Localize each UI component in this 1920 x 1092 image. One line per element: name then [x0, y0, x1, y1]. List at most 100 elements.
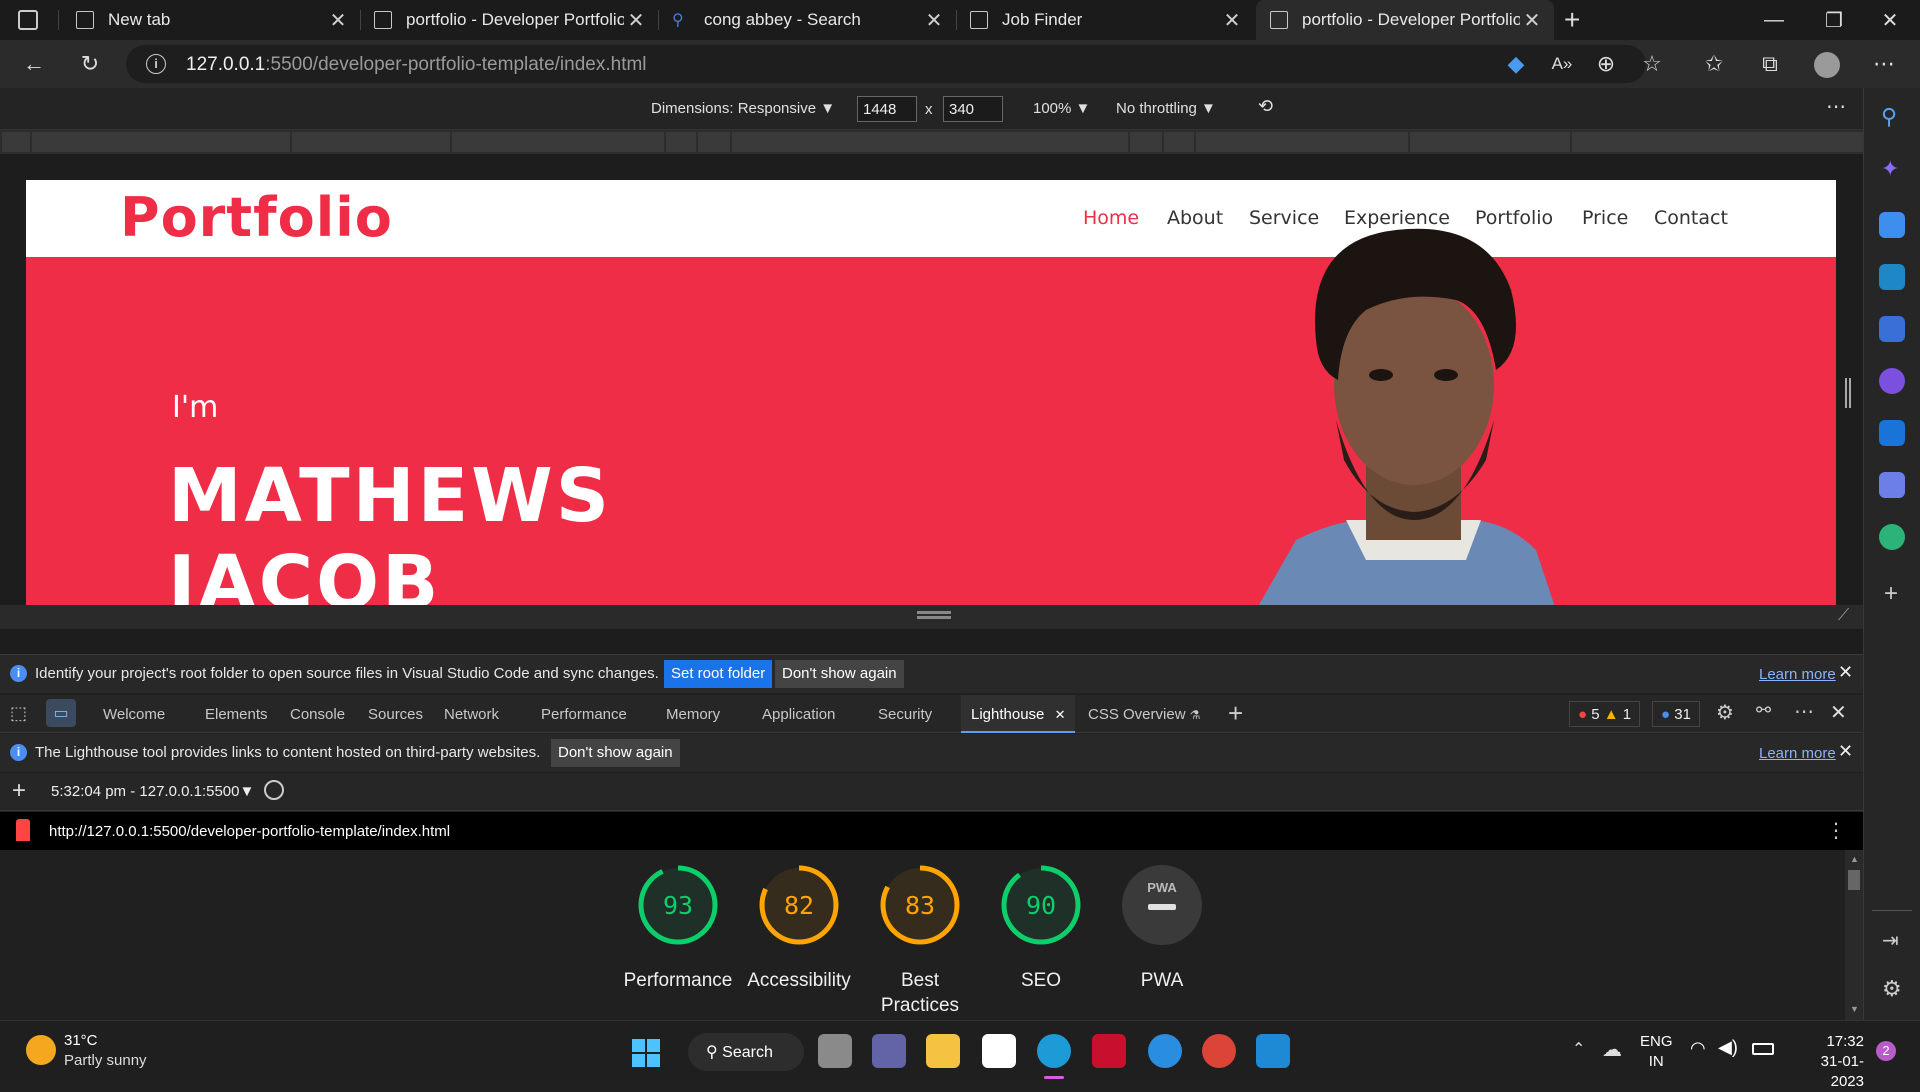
dont-show-again-button[interactable]: Don't show again — [775, 660, 904, 688]
throttling-dropdown[interactable]: No throttling ▼ — [1116, 100, 1216, 117]
close-icon[interactable]: ✕ — [326, 8, 350, 33]
games-icon[interactable] — [1879, 316, 1905, 342]
score-gauge-best-practices[interactable]: 83 — [879, 864, 961, 946]
battery-icon[interactable] — [1752, 1043, 1774, 1055]
store-icon[interactable] — [982, 1034, 1016, 1068]
score-gauge-pwa[interactable]: PWA — [1121, 864, 1203, 946]
zoom-icon[interactable]: ⊕ — [1588, 48, 1624, 80]
add-favorite-icon[interactable]: ☆ — [1634, 48, 1670, 80]
task-view-icon[interactable] — [818, 1034, 852, 1068]
tab-search[interactable]: ⚲ cong abbey - Search ✕ — [658, 0, 956, 40]
score-label-best-practices[interactable]: Best Practices — [855, 968, 985, 1018]
device-more-icon[interactable]: ⋯ — [1826, 94, 1846, 119]
learn-more-link[interactable]: Learn more — [1759, 666, 1836, 683]
read-aloud-icon[interactable]: A» — [1544, 48, 1580, 80]
tab-welcome[interactable]: Welcome — [103, 706, 165, 723]
tab-network[interactable]: Network — [444, 706, 499, 723]
close-devtools-icon[interactable]: ✕ — [1830, 700, 1847, 725]
nav-about[interactable]: About — [1167, 207, 1223, 229]
viewport-resize-handle[interactable]: ⟋ — [0, 605, 1863, 629]
new-report-plus-icon[interactable]: + — [12, 777, 26, 805]
report-selector[interactable]: 5:32:04 pm - 127.0.0.1:5500▼ — [51, 783, 254, 800]
tab-portfolio-active[interactable]: portfolio - Developer Portfolio Te ✕ — [1256, 0, 1554, 40]
profile-avatar[interactable] — [1814, 52, 1840, 78]
score-label-seo[interactable]: SEO — [976, 968, 1106, 993]
new-tab-plus-icon[interactable]: + — [1564, 4, 1580, 36]
set-root-folder-button[interactable]: Set root folder — [664, 660, 773, 688]
dont-show-again-button[interactable]: Don't show again — [551, 739, 680, 767]
coupon-icon[interactable]: ◆ — [1498, 48, 1534, 80]
file-explorer-icon[interactable] — [926, 1034, 960, 1068]
inspect-icon[interactable]: ⬚ — [10, 703, 27, 724]
site-logo[interactable]: Portfolio — [120, 186, 393, 249]
close-icon[interactable]: ✕ — [1838, 662, 1853, 683]
microsoft365-icon[interactable] — [1879, 368, 1905, 394]
notification-badge[interactable]: 2 — [1876, 1041, 1896, 1061]
settings-icon[interactable]: ⚙ — [1882, 976, 1902, 1002]
nav-contact[interactable]: Contact — [1654, 207, 1728, 229]
tab-sources[interactable]: Sources — [368, 706, 423, 723]
site-info-icon[interactable]: i — [146, 54, 166, 74]
score-gauge-seo[interactable]: 90 — [1000, 864, 1082, 946]
report-scrollbar[interactable]: ▲ ▼ — [1845, 850, 1863, 1021]
tools-icon[interactable] — [1879, 264, 1905, 290]
minimize-icon[interactable]: — — [1746, 0, 1802, 40]
learn-more-link[interactable]: Learn more — [1759, 745, 1836, 762]
tab-job-finder[interactable]: Job Finder ✕ — [956, 0, 1254, 40]
close-icon[interactable]: ✕ — [922, 8, 946, 33]
search-icon[interactable]: ⚲ — [1881, 104, 1897, 130]
score-label-pwa[interactable]: PWA — [1097, 968, 1227, 993]
close-icon[interactable]: ✕ — [1520, 8, 1544, 33]
score-label-accessibility[interactable]: Accessibility — [734, 968, 864, 993]
window-close-icon[interactable]: ✕ — [1862, 0, 1918, 40]
tab-memory[interactable]: Memory — [666, 706, 720, 723]
tab-portfolio-1[interactable]: portfolio - Developer Portfolio Te ✕ — [360, 0, 658, 40]
tab-security[interactable]: Security — [878, 706, 932, 723]
back-icon[interactable]: ← — [16, 48, 52, 80]
add-sidebar-icon[interactable]: + — [1884, 580, 1898, 608]
more-icon[interactable]: ⋯ — [1866, 48, 1902, 80]
nav-price[interactable]: Price — [1582, 207, 1628, 229]
hide-sidebar-icon[interactable]: ⇥ — [1882, 928, 1899, 953]
help-icon[interactable] — [1148, 1034, 1182, 1068]
start-icon[interactable] — [632, 1039, 660, 1067]
tab-actions-icon[interactable] — [18, 10, 38, 30]
tab-console[interactable]: Console — [290, 706, 345, 723]
info-counter[interactable]: ● 31 — [1652, 701, 1700, 727]
weather-desc[interactable]: Partly sunny — [64, 1052, 147, 1069]
tab-performance[interactable]: Performance — [541, 706, 627, 723]
copilot-icon[interactable]: ✦ — [1881, 156, 1899, 182]
close-icon[interactable]: ✕ — [1055, 707, 1066, 722]
maximize-icon[interactable]: ❐ — [1806, 0, 1862, 40]
close-icon[interactable]: ✕ — [1220, 8, 1244, 33]
zoom-dropdown[interactable]: 100% ▼ — [1033, 100, 1090, 117]
rotate-icon[interactable]: ⟲ — [1258, 96, 1273, 117]
taskbar-search[interactable]: ⚲ Search — [688, 1033, 804, 1071]
clear-reports-icon[interactable] — [264, 780, 284, 800]
tab-elements[interactable]: Elements — [205, 706, 268, 723]
edge-icon[interactable] — [1037, 1034, 1071, 1068]
close-icon[interactable]: ✕ — [1838, 741, 1853, 762]
settings-icon[interactable]: ⚙ — [1716, 700, 1734, 725]
address-bar[interactable]: i 127.0.0.1:5500/developer-portfolio-tem… — [126, 45, 1646, 83]
score-label-performance[interactable]: Performance — [613, 968, 743, 993]
favorites-icon[interactable]: ✩ — [1696, 48, 1732, 80]
customize-icon[interactable]: ⚯ — [1756, 700, 1771, 721]
volume-icon[interactable]: ◀) — [1718, 1037, 1738, 1058]
chrome-icon[interactable] — [1202, 1034, 1236, 1068]
teams-icon[interactable] — [872, 1034, 906, 1068]
nav-home[interactable]: Home — [1083, 207, 1139, 229]
report-url[interactable]: http://127.0.0.1:5500/developer-portfoli… — [49, 823, 450, 840]
device-toggle-icon[interactable]: ▭ — [46, 699, 76, 727]
refresh-icon[interactable]: ↻ — [72, 48, 108, 80]
language-indicator[interactable]: ENG IN — [1640, 1032, 1673, 1072]
url-text[interactable]: 127.0.0.1:5500/developer-portfolio-templ… — [186, 54, 647, 76]
report-menu-icon[interactable]: ⋮ — [1826, 818, 1846, 843]
devtools-more-icon[interactable]: ⋯ — [1794, 699, 1814, 724]
tree-icon[interactable] — [1879, 524, 1905, 550]
score-gauge-performance[interactable]: 93 — [637, 864, 719, 946]
mcafee-icon[interactable] — [1092, 1034, 1126, 1068]
wifi-icon[interactable]: ◠ — [1690, 1038, 1706, 1059]
tab-css-overview[interactable]: CSS Overview ⚗ — [1088, 706, 1200, 723]
tab-lighthouse[interactable]: Lighthouse ✕ — [961, 695, 1076, 733]
